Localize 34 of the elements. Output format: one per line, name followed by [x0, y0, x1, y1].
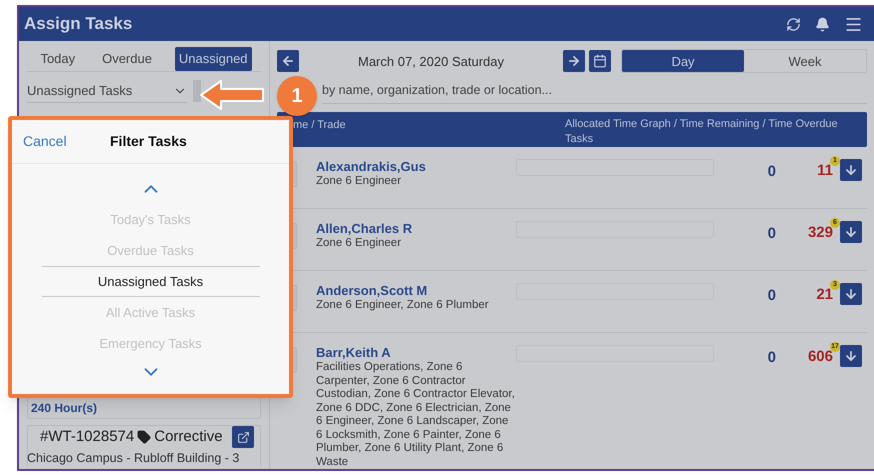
person-name: Anderson,Scott M — [316, 283, 428, 299]
hours-text: 240 Hour(s) — [31, 400, 98, 417]
picker-option[interactable]: Unassigned Tasks — [42, 266, 260, 297]
trade-list: Zone 6 Engineer — [316, 237, 516, 250]
date-label: March 07, 2020 Saturday — [358, 52, 504, 71]
filter-tab[interactable]: Overdue — [98, 46, 156, 70]
view-tab[interactable]: Day — [622, 50, 744, 72]
time-remaining: 0 — [768, 224, 776, 244]
column-header: Allocated Time Graph / Time Remaining / Time Overdue Tasks — [565, 117, 839, 147]
time-overdue: 11 — [817, 162, 833, 181]
person-name: Allen,Charles R — [316, 221, 414, 237]
person-name: Barr,Keith A — [316, 345, 392, 361]
task-type: Corrective — [154, 427, 223, 447]
time-overdue: 21 — [816, 285, 833, 305]
time-overdue: 329 — [808, 223, 833, 243]
column-header: me / Trade — [292, 118, 347, 133]
trade-list: Facilities Operations, Zone 6 Carpenter, Zone 6 Contractor Custodian, Zone 6 Contractor Elevator, Zone 6 DDC, Zone 6 Electrician, Zone 6 Engineer, Zone 6 Landscaper, Zone 6 Locksmith, Zone 6 Painter, Zone 6 Plumber, Zone 6 Utility Plant, Zone 6 Waste — [316, 361, 516, 469]
task-location: Chicago Campus - Rubloff Building - 3 — [27, 450, 240, 467]
person-name: Alexandrakis,Gus — [316, 159, 427, 175]
cancel-button[interactable]: Cancel — [23, 131, 67, 152]
trade-list: Zone 6 Engineer — [316, 175, 516, 188]
time-remaining: 0 — [768, 162, 776, 182]
task-number: #WT-1028574 — [40, 427, 134, 447]
view-tab[interactable]: Week — [744, 50, 866, 72]
time-remaining: 0 — [768, 348, 776, 368]
time-remaining: 0 — [768, 286, 776, 306]
trade-list: Zone 6 Engineer, Zone 6 Plumber — [316, 299, 516, 312]
time-overdue: 606 — [808, 348, 833, 367]
filter-tab[interactable]: Unassigned — [174, 46, 252, 70]
popup-title: Filter Tasks — [110, 132, 187, 151]
filter-dropdown[interactable]: Unassigned Tasks — [27, 79, 187, 103]
filter-tab[interactable]: Today — [36, 46, 80, 70]
search-field[interactable]: by name, organization, trade or location... — [322, 78, 867, 104]
window-title: Assign Tasks — [24, 13, 132, 36]
